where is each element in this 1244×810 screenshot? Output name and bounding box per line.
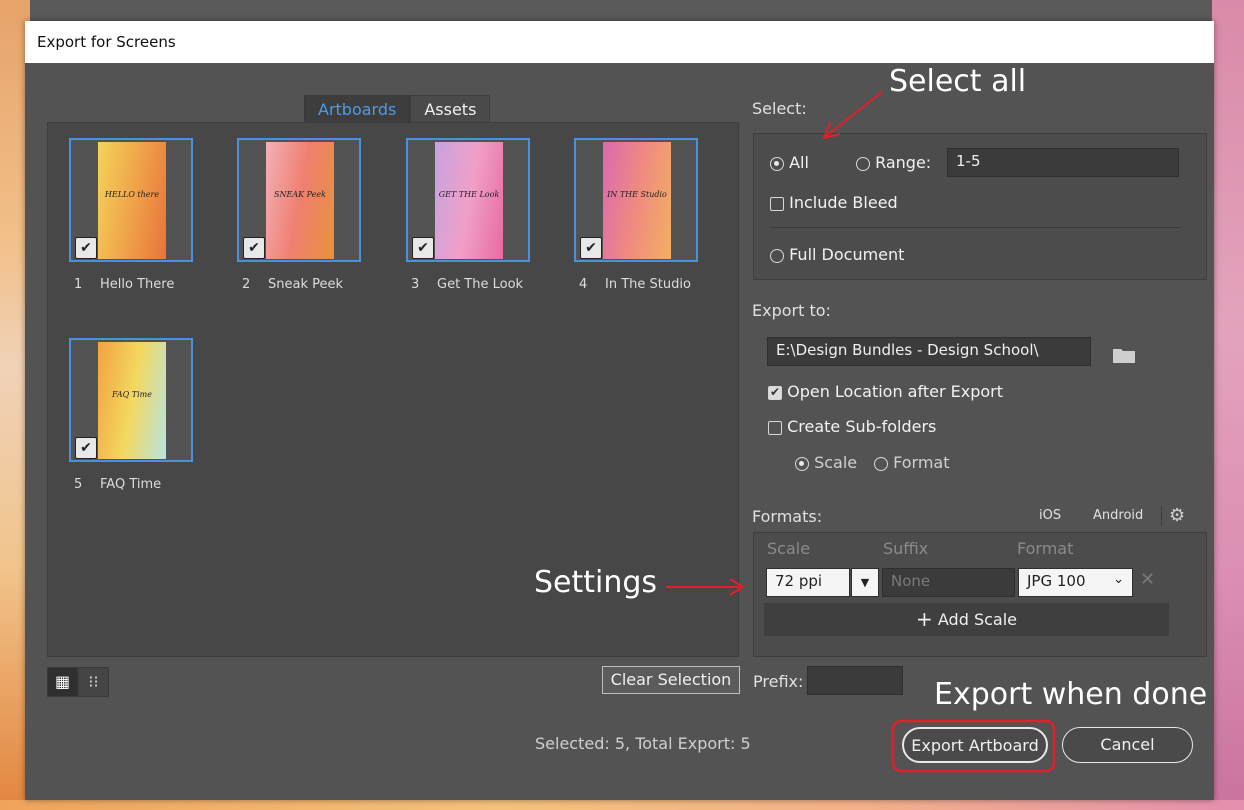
arrow-icon <box>822 91 883 140</box>
annotation-overlay <box>666 91 1056 773</box>
arrow-icon <box>666 578 745 596</box>
export-highlight-box <box>891 719 1056 773</box>
